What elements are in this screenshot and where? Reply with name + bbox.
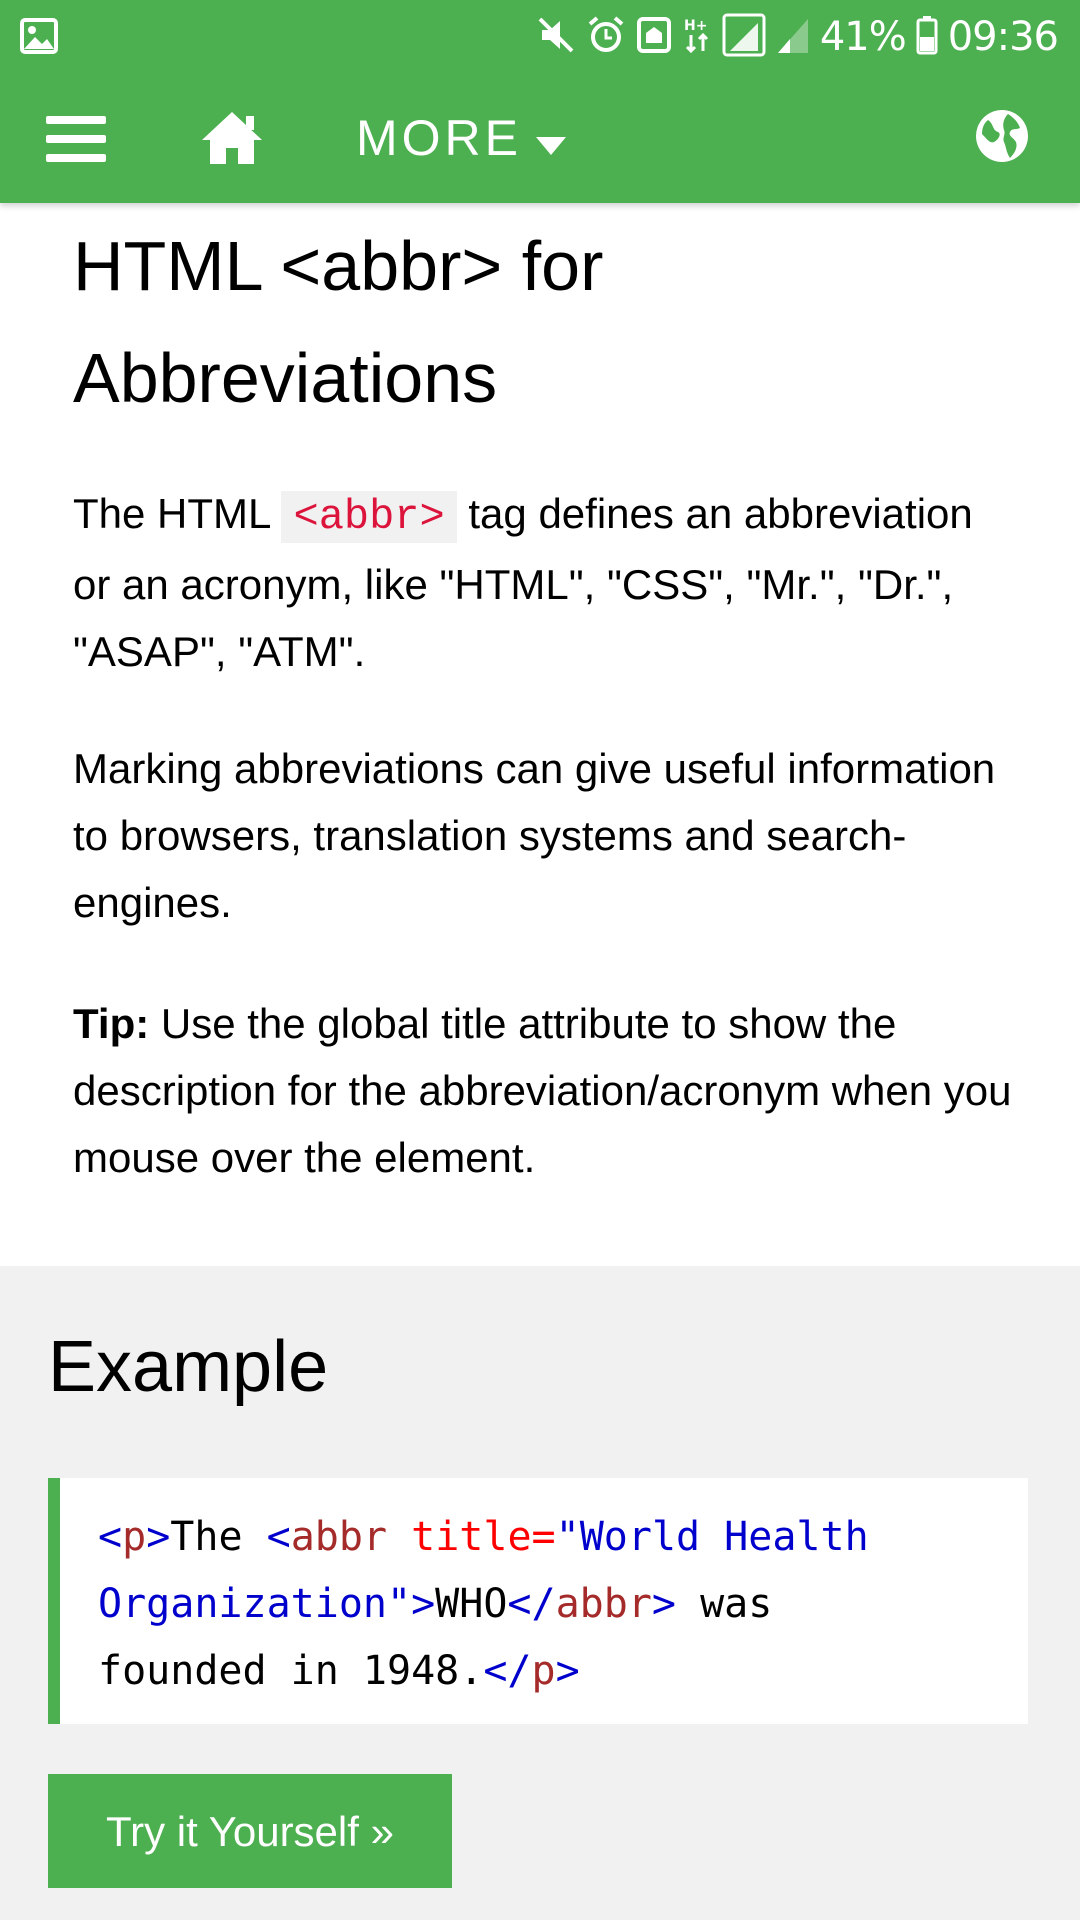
battery-icon: [916, 15, 938, 60]
caret-down-icon: [536, 109, 566, 167]
globe-icon[interactable]: [974, 108, 1030, 169]
status-clock: 09:36: [947, 14, 1059, 60]
try-it-yourself-button[interactable]: Try it Yourself »: [48, 1774, 452, 1888]
battery-percentage: 41%: [819, 14, 907, 60]
home-icon[interactable]: [200, 110, 264, 171]
example-section: Example <p>The <abbr title="World Health…: [0, 1266, 1080, 1920]
status-icons: H+ 41% 09:36: [536, 10, 1059, 64]
page-title: HTML <abbr> for Abbreviations: [73, 210, 1013, 434]
svg-text:H+: H+: [684, 18, 707, 34]
example-title: Example: [48, 1327, 329, 1407]
alarm-icon: [586, 15, 626, 60]
code-example: <p>The <abbr title="World Health Organiz…: [98, 1514, 869, 1694]
intro-paragraph: The HTML <abbr> tag defines an abbreviat…: [73, 480, 1013, 685]
code-example-box: <p>The <abbr title="World Health Organiz…: [48, 1478, 1028, 1724]
more-label: MORE: [356, 110, 522, 166]
nfc-icon: [636, 16, 672, 59]
mute-icon: [536, 15, 576, 60]
top-app-bar: H+ 41% 09:36 MORE: [0, 0, 1080, 203]
gallery-icon: [20, 18, 58, 59]
signal-icon: [722, 13, 766, 62]
inline-code-abbr: <abbr>: [281, 491, 457, 543]
intro-text-before: The HTML: [73, 490, 282, 537]
article-content: HTML <abbr> for Abbreviations The HTML <…: [73, 210, 1013, 1181]
menu-icon[interactable]: [46, 114, 106, 169]
signal-weak-icon: [776, 15, 810, 60]
page-title-line2: Abbreviations: [73, 339, 498, 417]
tip-label: Tip:: [73, 1000, 150, 1047]
tip-paragraph: Tip: Use the global title attribute to s…: [73, 990, 1013, 1191]
marking-paragraph: Marking abbreviations can give useful in…: [73, 745, 996, 926]
data-arrows-icon: H+: [682, 15, 712, 60]
page-title-line1: HTML <abbr> for: [73, 227, 604, 305]
status-bar: H+ 41% 09:36: [0, 0, 1080, 72]
tip-text: Use the global title attribute to show t…: [73, 1000, 1012, 1181]
more-dropdown-button[interactable]: MORE: [356, 108, 566, 168]
navigation-bar: MORE: [0, 78, 1080, 198]
